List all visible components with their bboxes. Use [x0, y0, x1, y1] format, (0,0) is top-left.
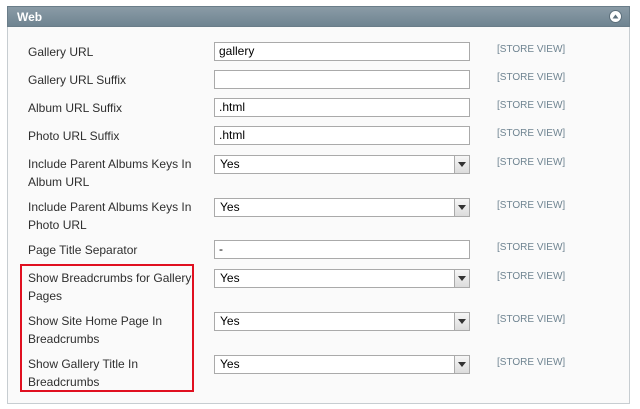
chevron-down-icon[interactable] — [454, 356, 469, 373]
field-label: Album URL Suffix — [28, 101, 123, 115]
field-label: Photo URL Suffix — [28, 129, 120, 143]
field-label: Gallery URL — [28, 45, 94, 59]
album-url-suffix-input[interactable]: .html — [214, 98, 470, 117]
select-value: Yes — [220, 157, 240, 171]
field-label: Gallery URL Suffix — [28, 73, 127, 87]
select-value: Yes — [220, 357, 240, 371]
field-label: Page Title Separator — [28, 243, 138, 257]
scope-label: [STORE VIEW] — [497, 44, 566, 55]
scope-label: [STORE VIEW] — [497, 314, 566, 325]
parent-keys-photo-url-select[interactable]: Yes — [214, 198, 470, 217]
select-value: Yes — [220, 271, 240, 285]
scope-label: [STORE VIEW] — [497, 100, 566, 111]
show-home-in-breadcrumbs-select[interactable]: Yes — [214, 312, 470, 331]
gallery-url-input[interactable]: gallery — [214, 42, 470, 61]
photo-url-suffix-input[interactable]: .html — [214, 126, 470, 145]
scope-label: [STORE VIEW] — [497, 357, 566, 368]
section-title: Web — [17, 10, 43, 24]
scope-label: [STORE VIEW] — [497, 157, 566, 168]
field-label: Include Parent Albums Keys In Album URL — [28, 157, 192, 189]
collapse-up-icon[interactable] — [609, 10, 622, 23]
select-value: Yes — [220, 200, 240, 214]
scope-label: [STORE VIEW] — [497, 128, 566, 139]
chevron-down-icon[interactable] — [454, 270, 469, 287]
scope-label: [STORE VIEW] — [497, 271, 566, 282]
scope-label: [STORE VIEW] — [497, 242, 566, 253]
select-value: Yes — [220, 314, 240, 328]
chevron-down-icon[interactable] — [454, 156, 469, 173]
show-breadcrumbs-select[interactable]: Yes — [214, 269, 470, 288]
section-header[interactable]: Web — [7, 6, 630, 27]
scope-label: [STORE VIEW] — [497, 72, 566, 83]
parent-keys-album-url-select[interactable]: Yes — [214, 155, 470, 174]
breadcrumb-settings-highlight — [20, 264, 194, 392]
show-gallery-title-select[interactable]: Yes — [214, 355, 470, 374]
page-title-separator-input[interactable]: - — [214, 240, 470, 259]
chevron-down-icon[interactable] — [454, 199, 469, 216]
field-label: Include Parent Albums Keys In Photo URL — [28, 200, 192, 232]
gallery-url-suffix-input[interactable] — [214, 70, 470, 89]
chevron-down-icon[interactable] — [454, 313, 469, 330]
scope-label: [STORE VIEW] — [497, 200, 566, 211]
